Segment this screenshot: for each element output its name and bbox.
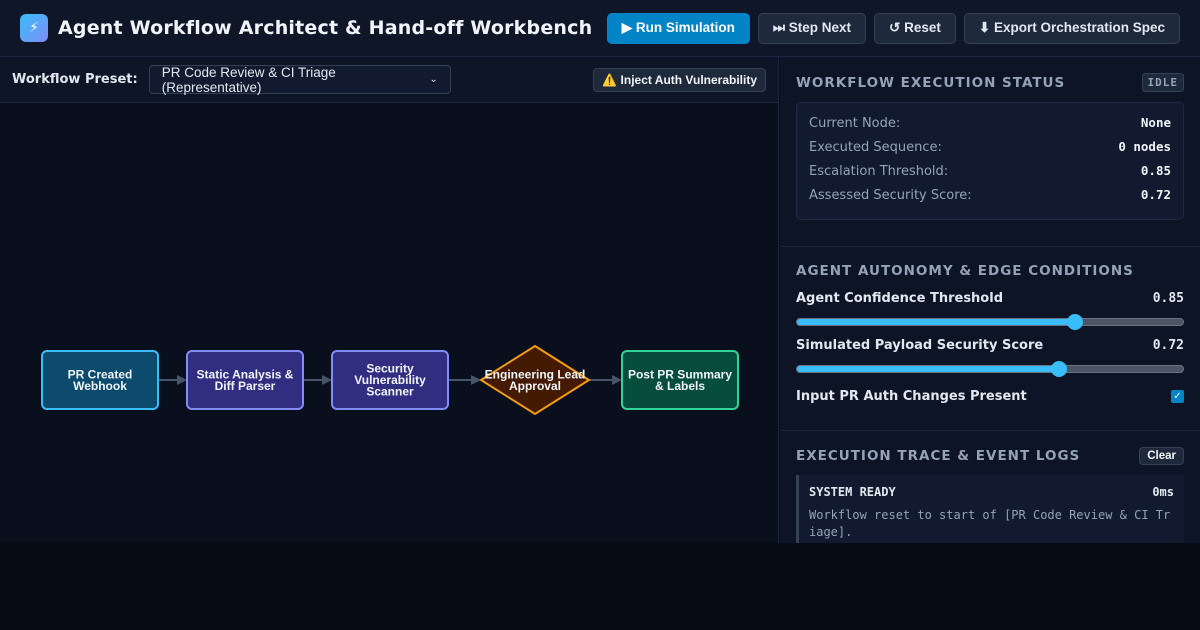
autonomy-section: Agent Autonomy & Edge Conditions Agent C… <box>780 247 1200 431</box>
header-actions: ▶ Run Simulation ⏭ Step Next ↺ Reset ⬇ E… <box>606 12 1180 44</box>
workflow-node-decision[interactable]: Engineering LeadApproval <box>479 344 591 416</box>
logs-title: Execution Trace & Event Logs <box>796 448 1081 464</box>
run-simulation-button[interactable]: ▶ Run Simulation <box>606 12 750 44</box>
workflow-node-trigger[interactable]: PR CreatedWebhook <box>41 350 159 410</box>
slider-thumb[interactable] <box>1066 314 1083 330</box>
status-value: 0.72 <box>1140 187 1171 202</box>
preset-value: PR Code Review & CI Triage (Representati… <box>161 64 336 95</box>
workflow-node-agent[interactable]: SecurityVulnerabilityScanner <box>331 350 449 410</box>
confidence-slider-block: Agent Confidence Threshold 0.85 <box>796 291 1184 330</box>
step-next-button[interactable]: ⏭ Step Next <box>757 12 867 44</box>
workflow-node-label: Scanner <box>366 385 414 399</box>
clear-logs-button[interactable]: Clear <box>1139 447 1184 465</box>
workflow-node-agent[interactable]: Static Analysis &Diff Parser <box>186 350 304 410</box>
workflow-panel: Workflow Preset: PR Code Review & CI Tri… <box>0 57 779 543</box>
side-panel: Workflow Execution Status IDLE Current N… <box>780 57 1200 543</box>
preset-label: Workflow Preset: <box>12 72 138 87</box>
status-key: Assessed Security Score: <box>809 188 972 203</box>
status-key: Current Node: <box>809 116 901 131</box>
status-row: Escalation Threshold: 0.85 <box>809 163 1171 187</box>
security-score-slider[interactable] <box>796 361 1184 377</box>
workflow-node-label: & Labels <box>655 379 705 393</box>
workflow-edge <box>448 375 481 385</box>
confidence-slider-label: Agent Confidence Threshold <box>796 291 1004 306</box>
log-time: 0ms <box>1152 485 1174 499</box>
status-card: Current Node: None Executed Sequence: 0 … <box>796 102 1184 220</box>
status-row: Executed Sequence: 0 nodes <box>809 139 1171 163</box>
status-value: 0 nodes <box>1118 139 1171 154</box>
confidence-slider[interactable] <box>796 314 1184 330</box>
workflow-edge <box>303 375 332 385</box>
reset-button[interactable]: ↺ Reset <box>874 12 956 44</box>
status-badge: IDLE <box>1141 73 1184 92</box>
workflow-node-label: Approval <box>509 379 561 393</box>
slider-fill <box>797 366 1060 372</box>
app-title: Agent Workflow Architect & Hand-off Work… <box>58 17 593 39</box>
status-key: Escalation Threshold: <box>809 164 949 179</box>
logs-section: Execution Trace & Event Logs Clear SYSTE… <box>780 431 1200 543</box>
log-tag: SYSTEM READY <box>809 485 896 499</box>
inject-vulnerability-button[interactable]: ⚠️ Inject Auth Vulnerability <box>593 67 766 92</box>
status-value: 0.85 <box>1140 163 1171 178</box>
slider-fill <box>797 319 1075 325</box>
execution-status-section: Workflow Execution Status IDLE Current N… <box>780 57 1200 247</box>
status-row: Assessed Security Score: 0.72 <box>809 187 1171 211</box>
workflow-graph: PR CreatedWebhook Static Analysis &Diff P… <box>41 344 739 416</box>
workflow-toolbar: Workflow Preset: PR Code Review & CI Tri… <box>0 57 778 103</box>
chevron-down-icon: ⌄ <box>429 74 438 85</box>
auth-changes-checkbox[interactable]: ✓ <box>1171 390 1184 403</box>
logo-glyph: ⚡ <box>29 20 39 36</box>
lightning-icon: ⚡ <box>20 14 48 42</box>
workflow-canvas[interactable]: PR Created Webhook Static Analysis & Diff P… <box>0 103 778 543</box>
export-spec-button[interactable]: ⬇ Export Orchestration Spec <box>963 12 1180 44</box>
auth-changes-row: Input PR Auth Changes Present ✓ <box>796 389 1184 404</box>
security-score-slider-label: Simulated Payload Security Score <box>796 338 1044 353</box>
status-value: None <box>1140 115 1171 130</box>
workflow-node-output[interactable]: Post PR Summary& Labels <box>621 350 739 410</box>
workflow-edge <box>589 375 622 385</box>
workflow-node-label: Diff Parser <box>215 379 276 393</box>
preset-select[interactable]: PR Code Review & CI Triage (Representati… <box>148 64 451 95</box>
security-score-slider-block: Simulated Payload Security Score 0.72 <box>796 338 1184 377</box>
log-entry: SYSTEM READY 0ms Workflow reset to start… <box>796 475 1184 543</box>
slider-thumb[interactable] <box>1051 361 1068 377</box>
security-score-slider-value: 0.72 <box>1152 338 1184 353</box>
log-message: Workflow reset to start of [PR Code Revi… <box>809 508 1171 539</box>
workflow-node-label: Webhook <box>73 379 127 393</box>
auth-changes-label: Input PR Auth Changes Present <box>796 389 1027 404</box>
status-key: Executed Sequence: <box>809 140 942 155</box>
app-header: ⚡ Agent Workflow Architect & Hand-off Wo… <box>0 0 1200 57</box>
status-row: Current Node: None <box>809 115 1171 139</box>
autonomy-title: Agent Autonomy & Edge Conditions <box>796 263 1134 279</box>
execution-status-title: Workflow Execution Status <box>796 74 1066 91</box>
workflow-edge <box>158 375 187 385</box>
confidence-slider-value: 0.85 <box>1152 291 1184 306</box>
